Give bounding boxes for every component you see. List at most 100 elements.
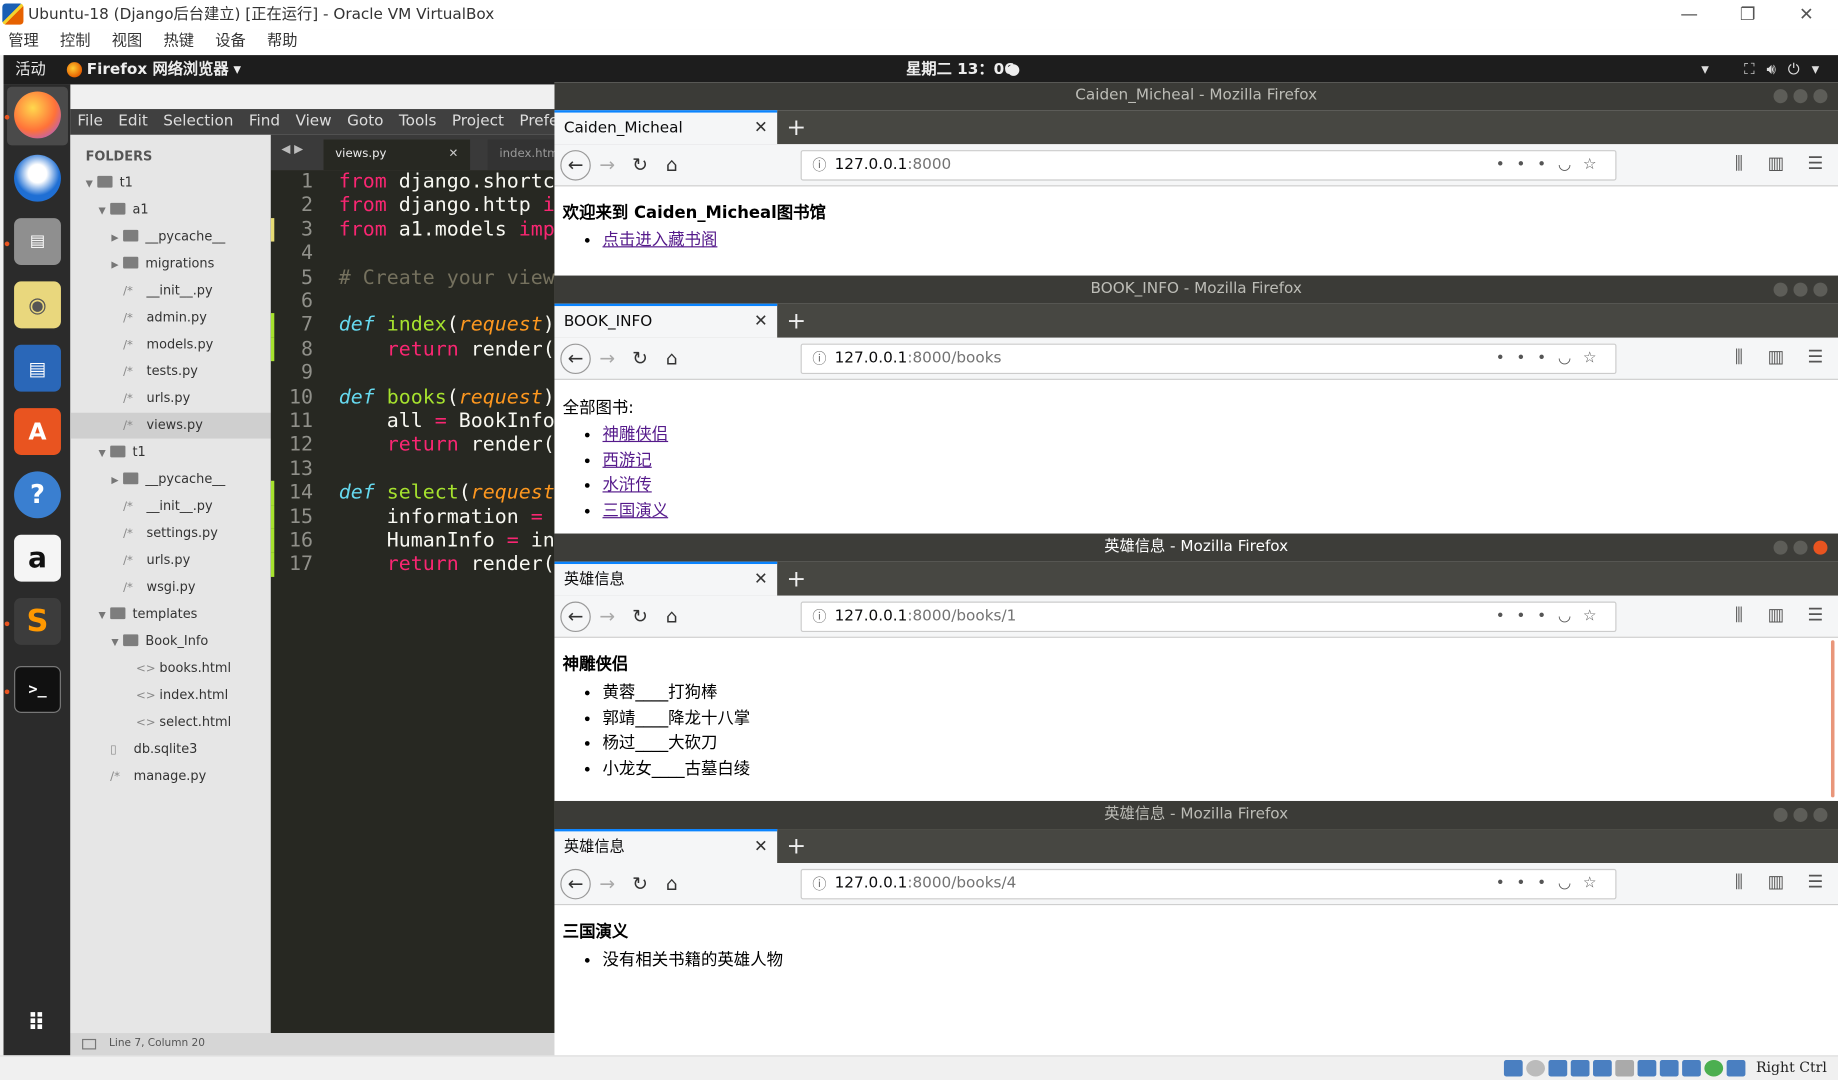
tree-item[interactable]: /* urls.py: [70, 548, 270, 574]
code-line[interactable]: def select(request: [339, 481, 555, 504]
browser-tab[interactable]: BOOK_INFO ✕: [554, 303, 778, 338]
code-line[interactable]: return render(: [339, 337, 555, 360]
software-icon[interactable]: A: [14, 408, 61, 455]
library-icon[interactable]: ⫼: [1735, 604, 1743, 625]
tree-item[interactable]: ▼ a1: [70, 197, 270, 223]
code-line[interactable]: HumanInfo = in: [339, 529, 555, 552]
new-tab-icon[interactable]: +: [787, 829, 807, 863]
code-line[interactable]: def books(request): [339, 385, 555, 408]
disclosure-open-icon[interactable]: ▼: [98, 441, 110, 467]
input-chevron-icon[interactable]: ▾: [1701, 55, 1709, 84]
host-menu-control[interactable]: 控制: [60, 33, 90, 51]
apps-grid-icon[interactable]: ⠿: [14, 999, 61, 1046]
tree-item[interactable]: ▯ db.sqlite3: [70, 736, 270, 762]
amazon-icon[interactable]: a: [14, 534, 61, 582]
close-tab-icon[interactable]: ✕: [754, 113, 768, 145]
tree-item[interactable]: <> index.html: [70, 682, 270, 708]
menu-project[interactable]: Project: [452, 113, 504, 131]
tree-item[interactable]: /* views.py: [70, 412, 271, 439]
app-menu[interactable]: Firefox 网络浏览器 ▾: [66, 55, 241, 84]
menu-file[interactable]: File: [77, 113, 103, 131]
minimize-icon[interactable]: —: [1660, 0, 1719, 29]
new-tab-icon[interactable]: +: [787, 304, 807, 338]
code-line[interactable]: all = BookInfo: [339, 409, 555, 432]
sidebar-icon[interactable]: ▥: [1768, 346, 1785, 367]
book-link[interactable]: 神雕侠侣: [603, 426, 669, 445]
forward-icon[interactable]: →: [594, 871, 620, 897]
restore-icon[interactable]: ❐: [1718, 0, 1777, 29]
minimize-icon[interactable]: [1773, 89, 1788, 104]
close-tab-icon[interactable]: ✕: [448, 140, 458, 170]
code-line[interactable]: return render(: [339, 433, 555, 456]
back-icon[interactable]: ←: [560, 601, 591, 633]
tree-item[interactable]: ▼ Book_Info: [70, 629, 270, 655]
disclosure-open-icon[interactable]: ▼: [111, 630, 123, 656]
tree-item[interactable]: ▶ __pycache__: [70, 467, 270, 493]
new-tab-icon[interactable]: +: [787, 110, 807, 144]
tree-item[interactable]: /* __init__.py: [70, 278, 270, 304]
hamburger-menu-icon[interactable]: ☰: [1808, 604, 1824, 625]
system-tray[interactable]: ▾ ⛶ 🔊︎ ⏻ ▾: [1701, 55, 1819, 84]
code-line[interactable]: # Create your view: [339, 266, 555, 289]
terminal-icon[interactable]: >_: [14, 666, 61, 713]
forward-icon[interactable]: →: [594, 346, 620, 372]
tab-views-py[interactable]: views.py ✕: [323, 139, 471, 171]
page-actions[interactable]: •••◡☆: [1496, 603, 1609, 631]
site-info-icon[interactable]: ⓘ: [812, 345, 826, 373]
tree-item[interactable]: /* manage.py: [70, 763, 270, 789]
panel-toggle-icon[interactable]: [82, 1038, 97, 1050]
back-icon[interactable]: ←: [560, 343, 591, 375]
scrollbar[interactable]: [1830, 640, 1835, 798]
book-link[interactable]: 水浒传: [603, 476, 652, 495]
close-tab-icon[interactable]: ✕: [754, 831, 768, 863]
site-info-icon[interactable]: ⓘ: [812, 870, 826, 898]
disclosure-open-icon[interactable]: ▼: [98, 198, 110, 224]
browser-tab[interactable]: Caiden_Micheal ✕: [554, 110, 778, 145]
volume-icon[interactable]: 🔊︎: [1766, 55, 1776, 84]
close-tab-icon[interactable]: ✕: [754, 564, 768, 596]
power-icon[interactable]: ⏻: [1788, 55, 1800, 84]
menu-find[interactable]: Find: [249, 113, 280, 131]
home-icon[interactable]: ⌂: [659, 346, 685, 372]
host-menu-manage[interactable]: 管理: [8, 33, 38, 51]
rhythmbox-icon[interactable]: ◉: [14, 281, 61, 329]
minimize-icon[interactable]: [1773, 282, 1788, 297]
host-menu-hotkey[interactable]: 热键: [163, 33, 193, 51]
tree-item[interactable]: <> select.html: [70, 709, 270, 735]
disclosure-open-icon[interactable]: ▼: [86, 171, 98, 197]
device-icons[interactable]: [1503, 1060, 1746, 1077]
maximize-icon[interactable]: [1793, 282, 1808, 297]
disclosure-closed-icon[interactable]: ▶: [111, 252, 123, 278]
url-bar[interactable]: ⓘ 127.0.0.1:8000/books/4 •••◡☆: [800, 868, 1617, 900]
site-info-icon[interactable]: ⓘ: [812, 603, 826, 631]
library-icon[interactable]: ⫼: [1735, 871, 1743, 892]
minimize-icon[interactable]: [1773, 540, 1788, 555]
tree-item[interactable]: <> books.html: [70, 655, 270, 681]
forward-icon[interactable]: →: [594, 604, 620, 630]
reload-icon[interactable]: ↻: [627, 871, 653, 897]
disclosure-closed-icon[interactable]: ▶: [111, 225, 123, 251]
menu-preferences[interactable]: Preferences: [519, 113, 555, 131]
tab-nav-arrows-icon[interactable]: ◀ ▶: [281, 143, 303, 156]
url-bar[interactable]: ⓘ 127.0.0.1:8000/books •••◡☆: [800, 343, 1617, 375]
hamburger-menu-icon[interactable]: ☰: [1808, 346, 1824, 367]
disclosure-closed-icon[interactable]: ▶: [111, 468, 123, 494]
maximize-icon[interactable]: [1793, 540, 1808, 555]
tree-item[interactable]: ▶ __pycache__: [70, 224, 270, 250]
library-icon[interactable]: ⫼: [1735, 346, 1743, 367]
clock[interactable]: 星期二 13：06: [906, 55, 1015, 84]
close-tab-icon[interactable]: ✕: [754, 306, 768, 338]
tree-item[interactable]: /* tests.py: [70, 359, 270, 385]
reload-icon[interactable]: ↻: [627, 346, 653, 372]
code-line[interactable]: from django.http i: [339, 194, 555, 217]
book-link[interactable]: 三国演义: [603, 501, 669, 520]
maximize-icon[interactable]: [1793, 89, 1808, 104]
menu-edit[interactable]: Edit: [118, 113, 148, 131]
home-icon[interactable]: ⌂: [659, 871, 685, 897]
url-bar[interactable]: ⓘ 127.0.0.1:8000/books/1 •••◡☆: [800, 601, 1617, 633]
tree-item[interactable]: ▼ t1: [70, 440, 270, 466]
home-icon[interactable]: ⌂: [659, 152, 685, 178]
menu-goto[interactable]: Goto: [347, 113, 383, 131]
forward-icon[interactable]: →: [594, 152, 620, 178]
sublime-icon[interactable]: S: [14, 598, 61, 645]
